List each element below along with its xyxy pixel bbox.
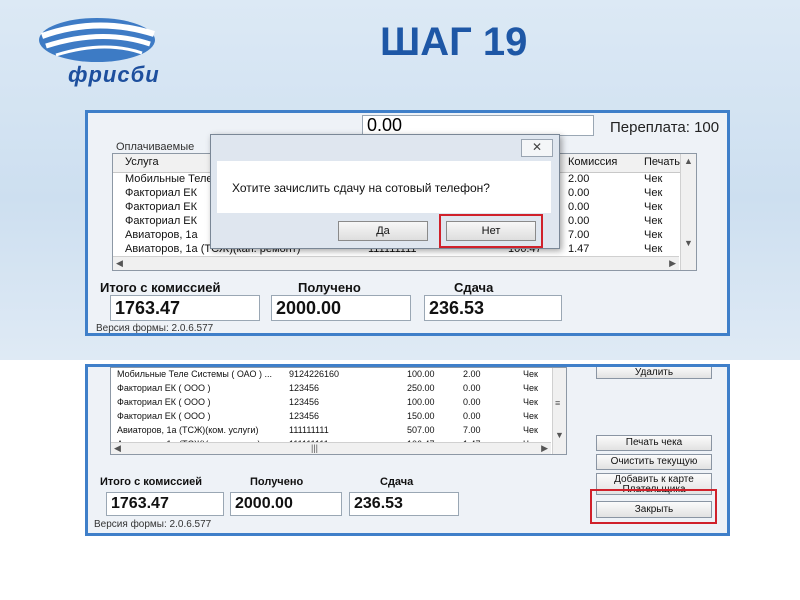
row-amount: 100.00 <box>407 369 435 379</box>
row-commission: 2.00 <box>463 369 481 379</box>
row-service: Факториал ЕК <box>125 187 198 199</box>
row-service: Факториал ЕК ( ООО ) <box>117 397 211 407</box>
payment-window-top: 0.00 Переплата: 100 Оплачиваемые Услуга … <box>85 110 730 336</box>
row-commission: 0.00 <box>463 383 481 393</box>
no-button-highlight <box>439 214 543 248</box>
brand-name: фрисби <box>68 62 160 87</box>
table-row[interactable]: Авиаторов, 1а (ТСЖ)(ком. услуги) 1111111… <box>111 424 566 438</box>
change-value: 236.53 <box>349 492 459 516</box>
row-print: Чек <box>523 397 538 407</box>
total-label: Итого с комиссией <box>100 476 202 488</box>
received-field[interactable]: 2000.00 <box>230 492 342 516</box>
print-check-button[interactable]: Печать чека <box>596 435 712 451</box>
scroll-thumb-icon[interactable]: ||| <box>311 443 318 453</box>
change-value: 236.53 <box>424 295 562 321</box>
row-print: Чек <box>644 201 663 213</box>
scroll-right-icon[interactable]: ▶ <box>669 258 676 269</box>
payments-group-label: Оплачиваемые <box>116 141 195 153</box>
clear-current-button[interactable]: Очистить текущую <box>596 454 712 470</box>
total-label: Итого с комиссией <box>100 280 221 295</box>
scroll-down-icon[interactable]: ▼ <box>684 238 693 248</box>
scroll-up-icon[interactable]: ▲ <box>684 156 693 166</box>
received-label: Получено <box>298 280 361 295</box>
row-service: Факториал ЕК ( ООО ) <box>117 411 211 421</box>
row-print: Чек <box>644 229 663 241</box>
row-print: Чек <box>644 215 663 227</box>
row-amount: 100.00 <box>407 397 435 407</box>
row-print: Чек <box>523 369 538 379</box>
column-commission: Комиссия <box>568 156 618 168</box>
received-label: Получено <box>250 476 304 488</box>
scroll-thumb-icon[interactable]: ≡ <box>555 398 560 408</box>
row-print: Чек <box>644 243 663 255</box>
column-service: Услуга <box>125 156 159 168</box>
row-id: 111111111 <box>289 425 329 435</box>
row-id: 123456 <box>289 383 320 393</box>
row-id: 123456 <box>289 397 320 407</box>
row-print: Чек <box>644 173 663 185</box>
delete-button[interactable]: Удалить <box>596 367 712 379</box>
scroll-right-icon[interactable]: ▶ <box>541 443 548 454</box>
row-service: Авиаторов, 1а (ТСЖ)(ком. услуги) <box>117 425 259 435</box>
row-service: Факториал ЕК ( ООО ) <box>117 383 211 393</box>
row-amount: 507.00 <box>407 425 435 435</box>
row-commission: 0.00 <box>463 397 481 407</box>
overpay-label: Переплата: 100 <box>610 119 720 136</box>
row-print: Чек <box>644 187 663 199</box>
services-grid[interactable]: Мобильные Теле Системы ( ОАО ) ... 91242… <box>110 367 567 455</box>
row-service: Мобильные Теле <box>125 173 213 185</box>
table-row[interactable]: Факториал ЕК ( ООО ) 123456 150.00 0.00 … <box>111 410 566 424</box>
close-icon[interactable]: ✕ <box>521 139 553 157</box>
form-version: Версия формы: 2.0.6.577 <box>96 323 214 334</box>
horizontal-scrollbar[interactable]: ◀ ||| ▶ <box>111 442 551 454</box>
row-service: Авиаторов, 1а <box>125 229 198 241</box>
row-print: Чек <box>523 383 538 393</box>
received-field[interactable]: 2000.00 <box>271 295 411 321</box>
vertical-scrollbar[interactable]: ≡ ▼ <box>552 368 566 454</box>
change-label: Сдача <box>454 280 494 295</box>
form-version: Версия формы: 2.0.6.577 <box>94 519 212 530</box>
row-commission: 0.00 <box>568 187 590 199</box>
row-service: Факториал ЕК <box>125 215 198 227</box>
slide-title: ШАГ 19 <box>380 20 528 64</box>
close-button-highlight <box>590 489 717 524</box>
payment-window-bottom: Мобильные Теле Системы ( ОАО ) ... 91242… <box>85 364 730 536</box>
row-commission: 1.47 <box>568 243 590 255</box>
row-print: Чек <box>523 411 538 421</box>
dialog-question: Хотите зачислить сдачу на сотовый телефо… <box>232 181 490 195</box>
scroll-left-icon[interactable]: ◀ <box>116 258 123 269</box>
row-commission: 0.00 <box>568 215 590 227</box>
row-amount: 150.00 <box>407 411 435 421</box>
row-service: Факториал ЕК <box>125 201 198 213</box>
row-commission: 2.00 <box>568 173 590 185</box>
row-commission: 0.00 <box>568 201 590 213</box>
table-row[interactable]: Факториал ЕК ( ООО ) 123456 250.00 0.00 … <box>111 382 566 396</box>
total-value: 1763.47 <box>110 295 260 321</box>
dialog-body: Хотите зачислить сдачу на сотовый телефо… <box>217 161 551 213</box>
vertical-scrollbar[interactable]: ▲ ▼ <box>680 154 696 270</box>
table-row[interactable]: Мобильные Теле Системы ( ОАО ) ... 91242… <box>111 368 566 382</box>
yes-button[interactable]: Да <box>338 221 428 241</box>
horizontal-scrollbar[interactable]: ◀ ▶ <box>113 256 679 270</box>
scroll-down-icon[interactable]: ▼ <box>555 430 564 440</box>
change-label: Сдача <box>380 476 414 488</box>
row-amount: 250.00 <box>407 383 435 393</box>
row-service: Мобильные Теле Системы ( ОАО ) ... <box>117 369 272 379</box>
row-print: Чек <box>523 425 538 435</box>
sum-field[interactable]: 0.00 <box>362 115 594 136</box>
table-row[interactable]: Факториал ЕК ( ООО ) 123456 100.00 0.00 … <box>111 396 566 410</box>
total-value: 1763.47 <box>106 492 224 516</box>
row-commission: 7.00 <box>568 229 590 241</box>
scroll-left-icon[interactable]: ◀ <box>114 443 121 454</box>
row-commission: 7.00 <box>463 425 481 435</box>
row-commission: 0.00 <box>463 411 481 421</box>
column-print: Печать <box>644 156 681 168</box>
row-id: 123456 <box>289 411 320 421</box>
frisbee-logo-icon <box>39 18 155 62</box>
change-to-phone-dialog: ✕ Хотите зачислить сдачу на сотовый теле… <box>210 134 560 249</box>
row-id: 9124226160 <box>289 369 340 379</box>
